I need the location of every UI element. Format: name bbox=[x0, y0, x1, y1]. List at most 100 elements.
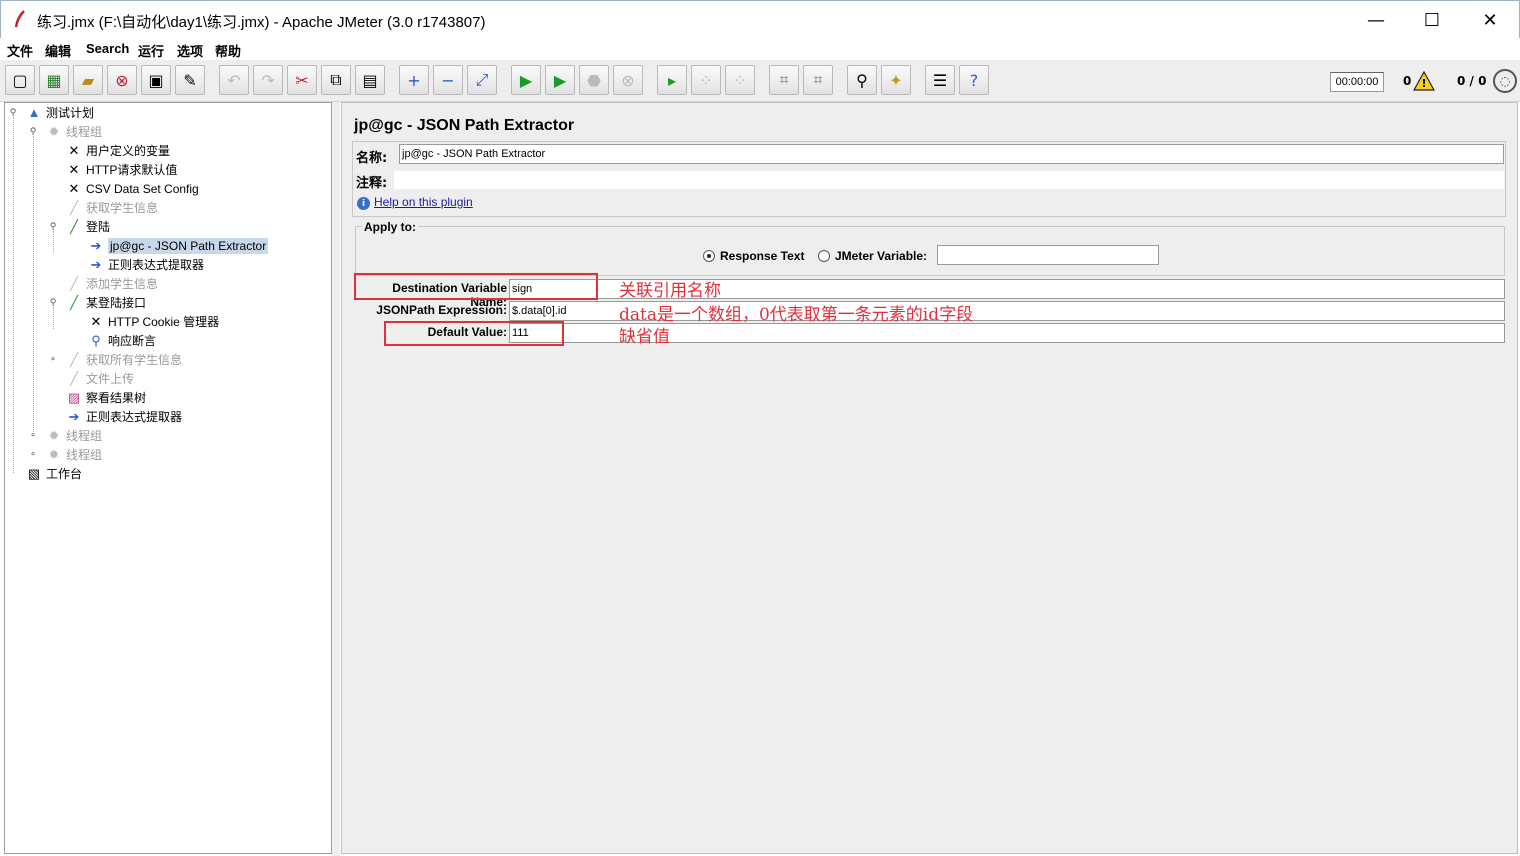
tree-node-csv-config[interactable]: ✕ CSV Data Set Config bbox=[65, 179, 199, 198]
search-icon[interactable]: ⚲ bbox=[847, 65, 877, 95]
magnifier-icon: ⚲ bbox=[91, 332, 101, 348]
tree-node-login-api[interactable]: ╱ 某登陆接口 bbox=[65, 293, 146, 312]
menu-edit[interactable]: 编辑 bbox=[45, 41, 71, 60]
menu-file[interactable]: 文件 bbox=[7, 41, 33, 60]
templates-icon[interactable]: ▦ bbox=[39, 65, 69, 95]
menu-options[interactable]: 选项 bbox=[177, 41, 203, 60]
extractor-icon: ➔ bbox=[90, 256, 102, 272]
tools-icon: ✕ bbox=[68, 180, 80, 196]
copy-icon[interactable]: ⧉ bbox=[321, 65, 351, 95]
tree-node-workbench[interactable]: ▧ 工作台 bbox=[25, 464, 82, 483]
collapse-toggle-icon[interactable]: ⚲ bbox=[48, 298, 58, 308]
tree-node-test-plan[interactable]: ▲ 测试计划 bbox=[25, 103, 94, 122]
clear-icon[interactable]: ⌗ bbox=[769, 65, 799, 95]
pen-icon: ╱ bbox=[70, 218, 78, 234]
chart-icon: ▨ bbox=[67, 389, 81, 405]
tree-node-regex-extractor[interactable]: ➔ 正则表达式提取器 bbox=[87, 255, 204, 274]
save-icon[interactable]: ▣ bbox=[141, 65, 171, 95]
annotation-box-dest bbox=[354, 273, 598, 300]
panel-title: jp@gc - JSON Path Extractor bbox=[354, 117, 575, 134]
response-text-label: Response Text bbox=[720, 249, 805, 263]
jmeter-feather-icon bbox=[14, 10, 25, 28]
start-icon[interactable]: ▶ bbox=[511, 65, 541, 95]
comment-field[interactable] bbox=[394, 171, 1504, 189]
pen-icon: ╱ bbox=[70, 275, 78, 291]
split-divider[interactable] bbox=[332, 102, 340, 856]
apply-to-section bbox=[355, 226, 1505, 276]
annotation-box-default bbox=[384, 321, 564, 346]
tree-node-file-upload[interactable]: ╱ 文件上传 bbox=[65, 369, 134, 388]
expand-toggle-icon[interactable]: ⚬ bbox=[28, 431, 38, 441]
tree-node-thread-group-3[interactable]: ✹ 线程组 bbox=[45, 445, 102, 464]
clear-all-icon[interactable]: ⌗ bbox=[803, 65, 833, 95]
function-helper-icon[interactable]: ☰ bbox=[925, 65, 955, 95]
collapse-toggle-icon[interactable]: ⚲ bbox=[8, 108, 18, 118]
new-icon[interactable]: ▢ bbox=[5, 65, 35, 95]
tree-node-thread-group[interactable]: ✹ 线程组 bbox=[45, 122, 102, 141]
name-field[interactable]: jp@gc - JSON Path Extractor bbox=[399, 144, 1504, 164]
tree-node-view-results[interactable]: ▨ 察看结果树 bbox=[65, 388, 146, 407]
expand-toggle-icon[interactable]: ⚬ bbox=[48, 355, 58, 365]
jmeter-variable-radio[interactable] bbox=[818, 250, 830, 262]
jsonpath-label: JSONPath Expression: bbox=[376, 303, 507, 317]
undo-icon[interactable]: ↶ bbox=[219, 65, 249, 95]
help-plugin-link[interactable]: Help on this plugin bbox=[374, 195, 473, 209]
element-config-panel: jp@gc - JSON Path Extractor 名称: jp@gc - … bbox=[341, 102, 1518, 854]
annotation-dest: 关联引用名称 bbox=[619, 281, 721, 301]
shutdown-icon[interactable]: ⊗ bbox=[613, 65, 643, 95]
jmeter-variable-field[interactable] bbox=[937, 245, 1159, 265]
paste-icon[interactable]: ▤ bbox=[355, 65, 385, 95]
help-icon[interactable]: ? bbox=[959, 65, 989, 95]
tree-node-regex-extractor-2[interactable]: ➔ 正则表达式提取器 bbox=[65, 407, 182, 426]
pen-icon: ╱ bbox=[70, 294, 78, 310]
pen-icon: ╱ bbox=[70, 370, 78, 386]
active-threads: 0 / 0 bbox=[1457, 74, 1487, 88]
minimize-button[interactable]: — bbox=[1347, 1, 1405, 39]
expand-toggle-icon[interactable]: ⚬ bbox=[28, 450, 38, 460]
workbench-icon: ▧ bbox=[27, 465, 41, 481]
tree-node-get-student[interactable]: ╱ 获取学生信息 bbox=[65, 198, 158, 217]
warning-icon[interactable]: ! bbox=[1413, 71, 1435, 91]
tree-node-get-all-students[interactable]: ╱ 获取所有学生信息 bbox=[65, 350, 182, 369]
close-button[interactable]: ✕ bbox=[1461, 1, 1519, 39]
expand-icon[interactable]: + bbox=[399, 65, 429, 95]
collapse-toggle-icon[interactable]: ⚲ bbox=[48, 222, 58, 232]
collapse-icon[interactable]: − bbox=[433, 65, 463, 95]
tree-node-login[interactable]: ╱ 登陆 bbox=[65, 217, 110, 236]
reset-search-icon[interactable]: ✦ bbox=[881, 65, 911, 95]
cut-icon[interactable]: ✂ bbox=[287, 65, 317, 95]
toggle-icon[interactable]: ⤢ bbox=[467, 65, 497, 95]
elapsed-timer: 00:00:00 bbox=[1330, 72, 1384, 92]
maximize-button[interactable]: ☐ bbox=[1403, 1, 1461, 39]
menu-help[interactable]: 帮助 bbox=[215, 41, 241, 60]
save-screenshot-icon[interactable]: ✎ bbox=[175, 65, 205, 95]
jmeter-variable-label: JMeter Variable: bbox=[835, 249, 928, 263]
stop-icon[interactable]: ⬣ bbox=[579, 65, 609, 95]
remote-shutdown-icon[interactable]: ⁘ bbox=[725, 65, 755, 95]
response-text-radio[interactable] bbox=[703, 250, 715, 262]
tree-node-add-student[interactable]: ╱ 添加学生信息 bbox=[65, 274, 158, 293]
tree-node-cookie-manager[interactable]: ✕ HTTP Cookie 管理器 bbox=[87, 312, 220, 331]
title-bar: 练习.jmx (F:\自动化\day1\练习.jmx) - Apache JMe… bbox=[0, 0, 1520, 38]
annotation-jsonpath: data是一个数组，0代表取第一条元素的id字段 bbox=[619, 305, 974, 325]
collapse-toggle-icon[interactable]: ⚲ bbox=[28, 127, 38, 137]
redo-icon[interactable]: ↷ bbox=[253, 65, 283, 95]
tree-node-thread-group-2[interactable]: ✹ 线程组 bbox=[45, 426, 102, 445]
comment-label: 注释: bbox=[356, 176, 388, 191]
tree-node-http-defaults[interactable]: ✕ HTTP请求默认值 bbox=[65, 160, 178, 179]
tools-icon: ✕ bbox=[68, 161, 80, 177]
menu-run[interactable]: 运行 bbox=[138, 41, 164, 60]
remote-start-icon[interactable]: ▸ bbox=[657, 65, 687, 95]
tree-node-json-extractor[interactable]: ➔ jp@gc - JSON Path Extractor bbox=[87, 236, 269, 255]
gear-icon: ✹ bbox=[48, 446, 60, 462]
close-file-icon[interactable]: ⊗ bbox=[107, 65, 137, 95]
start-no-pause-icon[interactable]: ▶ bbox=[545, 65, 575, 95]
tree-node-assertion[interactable]: ⚲ 响应断言 bbox=[87, 331, 156, 350]
menu-search[interactable]: Search bbox=[86, 41, 129, 56]
test-plan-icon: ▲ bbox=[27, 105, 41, 120]
tree-node-user-vars[interactable]: ✕ 用户定义的变量 bbox=[65, 141, 170, 160]
open-icon[interactable]: ▰ bbox=[73, 65, 103, 95]
name-label: 名称: bbox=[356, 151, 388, 166]
remote-stop-icon[interactable]: ⁘ bbox=[691, 65, 721, 95]
error-count: 0 bbox=[1403, 74, 1412, 88]
